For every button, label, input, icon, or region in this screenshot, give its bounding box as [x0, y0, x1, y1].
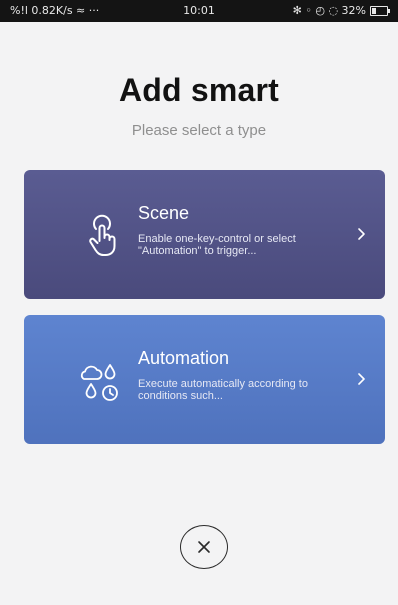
weather-clock-icon: [80, 364, 118, 401]
automation-card[interactable]: Automation Execute automatically accordi…: [24, 315, 385, 444]
battery-icon: [370, 5, 390, 16]
scene-title: Scene: [138, 203, 190, 223]
chevron-right-icon: [358, 228, 365, 240]
status-bar: %!l 0.82K/s ≈ ··· 10:01 ✻ ◦ ◴ ◌ 32%: [0, 0, 398, 22]
page-subtitle: Please select a type: [131, 122, 267, 139]
page-title: Add smart: [118, 72, 280, 108]
scene-description: Enable one-key-control or select "Automa…: [138, 233, 296, 257]
hand-tap-icon: [89, 214, 116, 256]
automation-description: Execute automatically according to condi…: [138, 378, 308, 402]
status-icons-text: ✻ ◦ ◴ ◌ 32%: [292, 4, 366, 17]
status-indicators: ✻ ◦ ◴ ◌ 32%: [292, 4, 390, 17]
automation-title: Automation: [138, 348, 230, 368]
chevron-right-icon: [358, 373, 365, 385]
scene-card[interactable]: Scene Enable one-key-control or select "…: [24, 170, 385, 299]
close-icon: [198, 541, 210, 553]
close-button[interactable]: [180, 525, 228, 569]
